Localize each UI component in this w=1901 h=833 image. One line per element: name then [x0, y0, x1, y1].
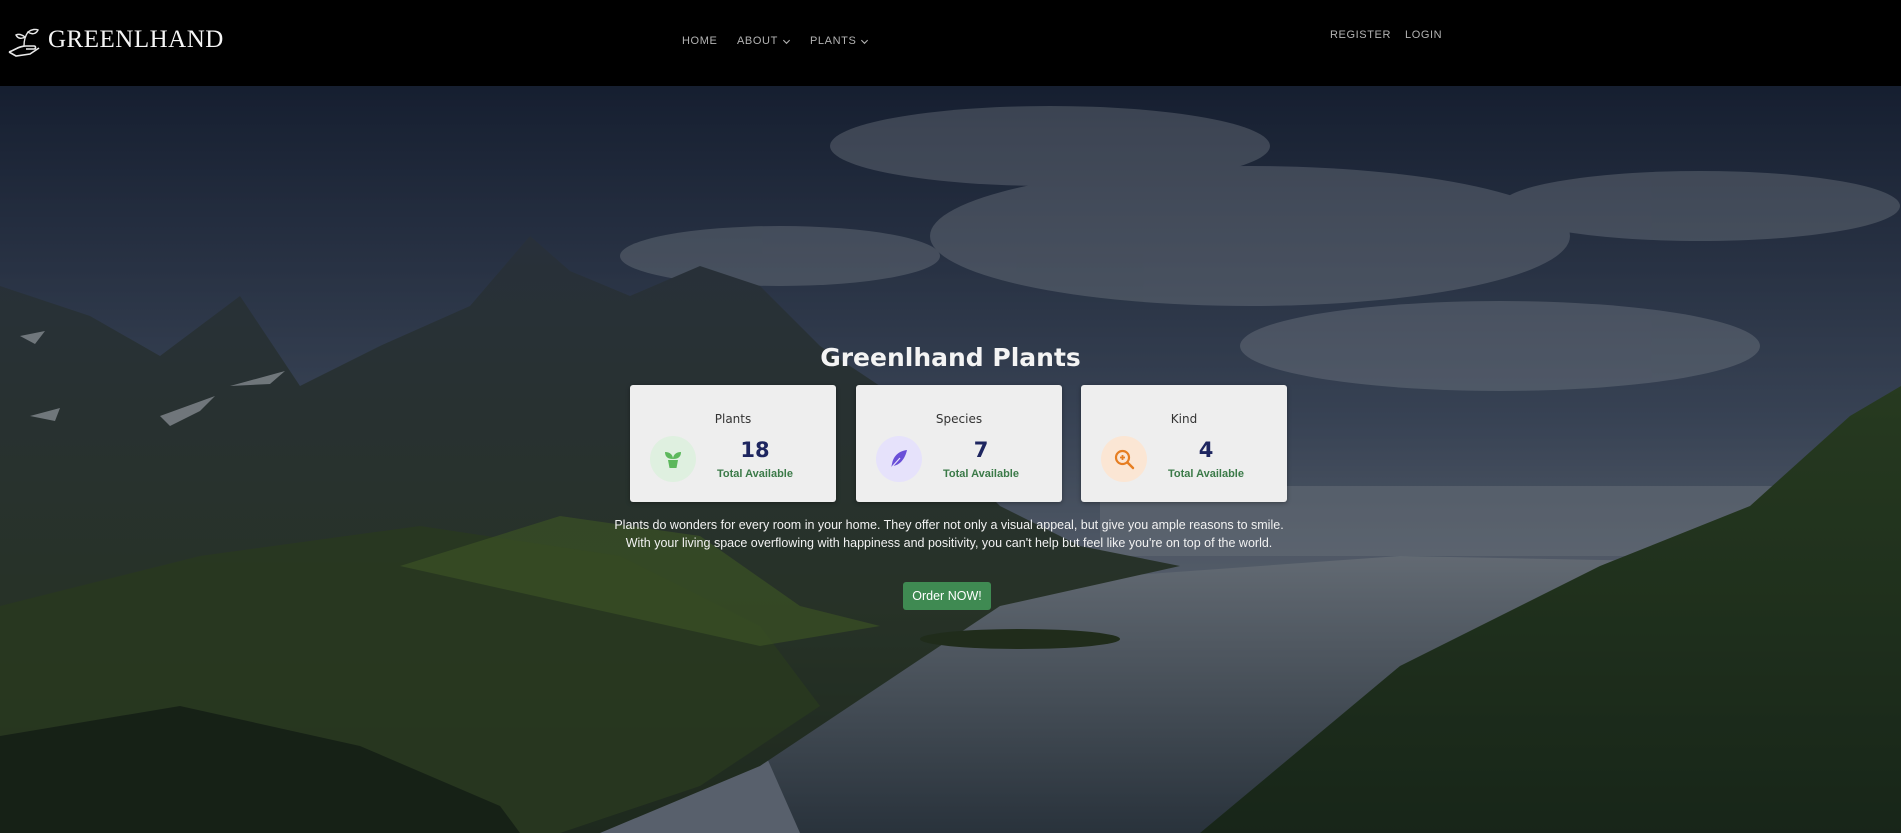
nav-about-label: ABOUT — [737, 35, 778, 47]
sprout-icon — [665, 452, 681, 468]
nav-register[interactable]: REGISTER — [1330, 29, 1391, 41]
hero-title: Greenlhand Plants — [820, 343, 1081, 372]
stat-icon-container — [876, 436, 922, 482]
stat-subtext: Total Available — [942, 468, 1019, 480]
stat-card-plants: Plants 18 Total Available — [630, 385, 836, 502]
nav-home-label: HOME — [682, 35, 718, 47]
chevron-down-icon — [782, 39, 790, 44]
stat-card-label: Plants — [714, 412, 752, 426]
stat-count: 7 — [973, 438, 989, 462]
stat-icon-container — [1101, 436, 1147, 482]
nav-register-label: REGISTER — [1330, 29, 1392, 41]
stat-icon-container — [650, 436, 696, 482]
stat-subtext: Total Available — [1167, 468, 1244, 480]
brand-name: GREENLHAND — [48, 26, 224, 53]
stat-card-label: Kind — [1170, 412, 1198, 426]
stat-count: 18 — [740, 438, 770, 462]
order-now-button[interactable]: Order NOW! — [903, 582, 991, 610]
nav-plants-label: PLANTS — [810, 35, 857, 47]
nav-login-label: LOGIN — [1405, 29, 1443, 41]
chevron-down-icon — [861, 39, 869, 44]
search-zoom-icon — [1114, 449, 1135, 470]
nav-about[interactable]: ABOUT — [737, 35, 791, 47]
top-navbar: GREENLHAND HOME ABOUT PLANTS REGISTER LO… — [0, 0, 1901, 86]
nav-plants[interactable]: PLANTS — [810, 35, 869, 47]
hero-section: Greenlhand Plants Plants 18 Total Availa… — [0, 86, 1901, 833]
brand-logo[interactable]: GREENLHAND — [6, 22, 224, 58]
hero-description: Plants do wonders for every room in your… — [614, 518, 1284, 550]
hand-plant-logo-icon — [8, 28, 40, 57]
feather-icon — [890, 450, 907, 469]
stat-card-kind: Kind 4 Total Available — [1081, 385, 1287, 502]
nav-login[interactable]: LOGIN — [1405, 29, 1442, 41]
stat-count: 4 — [1198, 438, 1214, 462]
nav-home[interactable]: HOME — [682, 35, 717, 47]
stat-card-species: Species 7 Total Available — [856, 385, 1062, 502]
stat-card-label: Species — [935, 412, 983, 426]
stat-subtext: Total Available — [716, 468, 793, 480]
